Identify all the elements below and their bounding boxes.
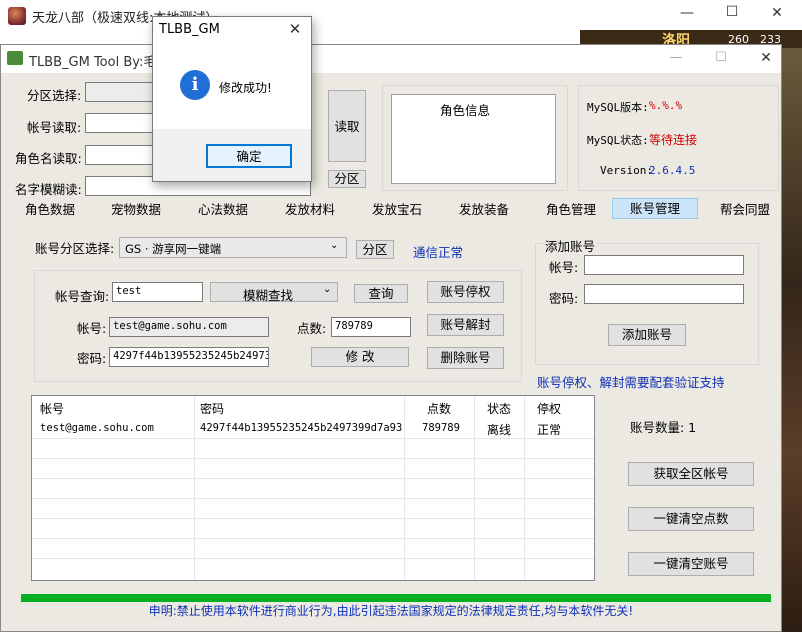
row-status-cell: 离线: [487, 423, 512, 437]
account-label: 帐号:: [77, 321, 107, 336]
account-read-label: 帐号读取:: [27, 120, 82, 135]
dialog-ok-button[interactable]: 确定: [206, 144, 292, 168]
row-divider: [32, 438, 594, 439]
maximize-button[interactable]: ☐: [717, 4, 747, 20]
tab-role-data[interactable]: 角色数据: [19, 201, 81, 221]
mysql-status-value: 等待连接: [649, 133, 698, 147]
password-label: 密码:: [77, 351, 107, 366]
points-input[interactable]: 789789: [331, 317, 411, 337]
tool-title-bar: TLBB_GM Tool By:毛毛 — ☐ ✕: [1, 45, 781, 73]
query-label: 帐号查询:: [55, 289, 110, 304]
message-dialog: TLBB_GM ✕ i 修改成功! 确定: [152, 16, 312, 182]
comm-status-text: 通信正常: [413, 245, 464, 260]
tab-issue-materials[interactable]: 发放材料: [279, 201, 341, 221]
add-password-input[interactable]: [584, 284, 744, 304]
account-zone-select[interactable]: GS · 游享网一键端 ⌄: [119, 237, 347, 258]
verification-note: 账号停权、解封需要配套验证支持: [537, 375, 725, 390]
tool-app-icon: [7, 51, 23, 65]
password-input[interactable]: 4297f44b13955235245b249739: [109, 347, 269, 367]
chevron-down-icon: ⌄: [330, 240, 339, 251]
row-divider: [32, 458, 594, 459]
column-header-status[interactable]: 状态: [487, 400, 511, 417]
row-account-cell: test@game.sohu.com: [40, 422, 154, 434]
mysql-version-label: MySQL版本:: [587, 101, 649, 114]
zone-select-label: 分区选择:: [27, 88, 82, 103]
mysql-version-value: %.%.%: [649, 99, 683, 112]
points-label: 点数:: [297, 321, 327, 336]
dialog-message: 修改成功!: [219, 81, 272, 95]
add-account-button[interactable]: 添加账号: [608, 324, 686, 346]
version-value: 2.6.4.5: [649, 164, 696, 177]
table-row[interactable]: test@game.sohu.com 4297f44b13955235245b2…: [32, 420, 594, 438]
accounts-table[interactable]: 帐号 密码 点数 状态 停权 test@game.sohu.com 4297f4…: [31, 395, 595, 581]
game-title-bar: 天龙八部（极速双线:本地测试） — ☐ ✕: [0, 0, 802, 30]
read-button[interactable]: 读取: [328, 90, 366, 162]
info-icon: i: [180, 70, 210, 100]
row-divider: [32, 538, 594, 539]
mysql-status-label: MySQL状态:: [587, 134, 649, 147]
row-divider: [32, 478, 594, 479]
minimize-button[interactable]: —: [672, 5, 702, 21]
add-account-group-title: 添加账号: [543, 236, 598, 255]
account-count: 账号数量: 1: [630, 420, 697, 435]
name-fuzzy-read-label: 名字模糊读:: [15, 182, 82, 197]
account-zone-select-value: GS · 游享网一键端: [125, 242, 222, 256]
account-zone-button[interactable]: 分区: [356, 240, 394, 259]
disclaimer-text: 申明:禁止使用本软件进行商业行为,由此引起违法国家规定的法律规定责任,均与本软件…: [148, 604, 634, 618]
get-all-accounts-button[interactable]: 获取全区帐号: [628, 462, 754, 486]
unban-account-button[interactable]: 账号解封: [427, 314, 504, 336]
game-app-icon: [8, 7, 26, 25]
clear-accounts-button[interactable]: 一键清空账号: [628, 552, 754, 576]
query-button[interactable]: 查询: [354, 284, 408, 303]
add-password-label: 密码:: [549, 291, 579, 306]
tab-issue-gems[interactable]: 发放宝石: [366, 201, 428, 221]
dialog-button-area: 确定: [153, 129, 311, 181]
delete-account-button[interactable]: 删除账号: [427, 347, 504, 369]
gm-tool-window: TLBB_GM Tool By:毛毛 — ☐ ✕ 分区选择: 帐号读取: 角色名…: [0, 44, 782, 632]
add-account-label: 帐号:: [549, 260, 579, 275]
tab-role-management[interactable]: 角色管理: [540, 201, 602, 221]
tab-account-management[interactable]: 账号管理: [612, 198, 698, 219]
tab-guild-alliance[interactable]: 帮会同盟: [714, 201, 776, 221]
tool-maximize-button[interactable]: ☐: [706, 50, 736, 65]
modify-button[interactable]: 修 改: [311, 347, 409, 367]
row-divider: [32, 518, 594, 519]
search-mode-select[interactable]: 模糊查找 ⌄: [210, 282, 338, 303]
account-value-field[interactable]: test@game.sohu.com: [109, 317, 269, 337]
role-name-read-label: 角色名读取:: [15, 151, 82, 166]
column-header-points[interactable]: 点数: [427, 400, 451, 417]
row-points-cell: 789789: [422, 422, 460, 434]
column-header-account[interactable]: 帐号: [40, 400, 64, 417]
clear-points-button[interactable]: 一键清空点数: [628, 507, 754, 531]
add-account-input[interactable]: [584, 255, 744, 275]
close-button[interactable]: ✕: [762, 5, 792, 21]
dialog-close-button[interactable]: ✕: [283, 20, 307, 38]
row-password-cell: 4297f44b13955235245b2497399d7a93: [200, 422, 403, 434]
tab-issue-equipment[interactable]: 发放装备: [453, 201, 515, 221]
zone-button-top[interactable]: 分区: [328, 170, 366, 188]
tab-pet-data[interactable]: 宠物数据: [105, 201, 167, 221]
role-info-title: 角色信息: [440, 103, 491, 118]
row-divider: [32, 498, 594, 499]
game-scene-edge: [782, 48, 802, 632]
tool-close-button[interactable]: ✕: [751, 50, 781, 66]
version-label: Version:: [600, 164, 653, 177]
role-info-list[interactable]: 角色信息: [391, 94, 556, 184]
dialog-title: TLBB_GM: [159, 22, 220, 37]
progress-bar: [21, 594, 771, 602]
tool-window-title: TLBB_GM Tool By:毛毛: [29, 55, 170, 70]
column-header-suspended[interactable]: 停权: [537, 400, 561, 417]
tab-skill-data[interactable]: 心法数据: [192, 201, 254, 221]
row-suspended-cell: 正常: [537, 423, 562, 437]
query-input[interactable]: test: [112, 282, 203, 302]
tool-minimize-button[interactable]: —: [661, 50, 691, 65]
chevron-down-icon: ⌄: [323, 284, 332, 295]
account-zone-label: 账号分区选择:: [35, 241, 115, 256]
column-header-password[interactable]: 密码: [200, 400, 224, 417]
row-divider: [32, 558, 594, 559]
search-mode-value: 模糊查找: [243, 288, 294, 303]
suspend-account-button[interactable]: 账号停权: [427, 281, 504, 303]
